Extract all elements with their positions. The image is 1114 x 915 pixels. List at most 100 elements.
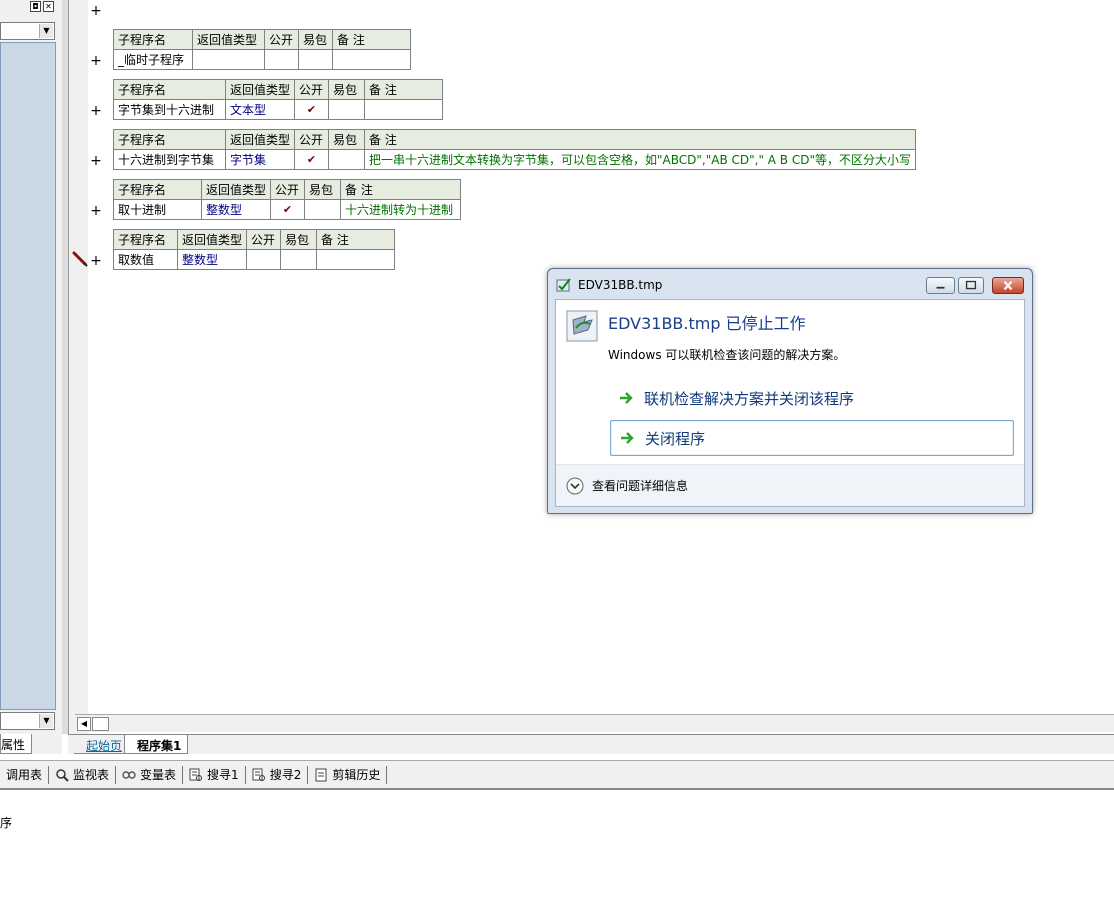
column-header: 子程序名	[113, 129, 226, 150]
toolbar-watch-table-label: 监视表	[73, 768, 110, 782]
toolbar-call-table-label: 调用表	[6, 768, 43, 782]
close-icon	[1003, 280, 1013, 291]
table-row[interactable]: 取十进制 整数型 ✔ 十六进制转为十进制	[113, 199, 462, 220]
return-type-cell[interactable]: 整数型	[200, 199, 272, 220]
name-cell[interactable]: 取十进制	[113, 199, 202, 220]
close-icon[interactable]: ✕	[43, 1, 54, 12]
name-cell[interactable]: 取数值	[113, 249, 178, 270]
toolbar-search-2[interactable]: 搜寻2	[246, 765, 309, 784]
return-type-cell[interactable]	[192, 49, 265, 70]
scroll-left-button[interactable]: ◀	[77, 717, 91, 731]
expand-icon[interactable]: +	[89, 204, 103, 218]
return-type-cell[interactable]: 字节集	[224, 149, 296, 170]
expand-icon[interactable]: +	[89, 54, 103, 68]
pencil-icon	[72, 251, 88, 267]
dialog-footer[interactable]: 查看问题详细信息	[556, 464, 1024, 506]
return-type-cell[interactable]: 整数型	[176, 249, 248, 270]
toolbar-search-1[interactable]: 搜寻1	[183, 765, 246, 784]
green-arrow-icon	[621, 432, 634, 444]
toolbar-variable-table[interactable]: 变量表	[116, 765, 184, 784]
maximize-button[interactable]	[958, 277, 984, 294]
check-icon: ✔	[306, 102, 317, 116]
dialog-titlebar[interactable]: EDV31BB.tmp	[548, 269, 1032, 299]
app-icon	[556, 278, 571, 292]
dialog-heading: EDV31BB.tmp 已停止工作	[608, 314, 806, 333]
public-cell[interactable]	[264, 49, 299, 70]
remark-cell[interactable]: 十六进制转为十进制	[340, 199, 462, 220]
expand-icon[interactable]: +	[89, 154, 103, 168]
subprogram-table[interactable]: 子程序名 返回值类型 公开 易包备 注十六进制到字节集 字节集 ✔ 把一串十六进制文本转换为…	[113, 129, 916, 170]
public-cell[interactable]	[246, 249, 282, 270]
table-header-row: 子程序名 返回值类型 公开 易包备 注	[113, 129, 916, 150]
subprogram-table[interactable]: 子程序名 返回值类型 公开 易包备 注 _临时子程序	[113, 29, 411, 70]
property-list[interactable]	[0, 42, 56, 710]
column-header: 返回值类型	[192, 29, 265, 50]
ebag-cell[interactable]	[328, 99, 366, 120]
table-header-row: 子程序名 返回值类型 公开 易包备 注	[113, 79, 444, 100]
toolbar-variable-table-label: 变量表	[140, 768, 177, 782]
remark-cell[interactable]	[316, 249, 396, 270]
column-header: 返回值类型	[176, 229, 248, 250]
subprogram-table[interactable]: 子程序名 返回值类型 公开 易包备 注取数值 整数型	[113, 229, 396, 270]
column-header: 易包	[280, 229, 318, 250]
minimize-button[interactable]	[926, 277, 955, 294]
public-cell[interactable]: ✔	[270, 199, 306, 220]
close-button[interactable]	[992, 277, 1024, 294]
horizontal-scrollbar[interactable]: ◀	[75, 714, 1114, 732]
ebag-cell[interactable]	[328, 149, 366, 170]
pin-icon[interactable]: ◘	[30, 1, 41, 12]
check-online-link[interactable]: 联机检查解决方案并关闭该程序	[610, 380, 1014, 416]
table-row[interactable]: 取数值 整数型	[113, 249, 396, 270]
tab-properties-label: 属性	[1, 738, 26, 752]
close-program-label: 关闭程序	[645, 429, 706, 448]
name-cell[interactable]: 十六进制到字节集	[113, 149, 226, 170]
chevron-down-icon	[566, 477, 584, 494]
table-row[interactable]: _临时子程序	[113, 49, 411, 70]
tab-program-set[interactable]: 程序集1	[124, 735, 189, 754]
public-cell[interactable]: ✔	[294, 99, 330, 120]
ebag-cell[interactable]	[280, 249, 318, 270]
check-online-label: 联机检查解决方案并关闭该程序	[644, 389, 855, 408]
chevron-down-icon[interactable]: ▼	[39, 24, 53, 38]
object-dropdown[interactable]: ▼	[0, 22, 55, 40]
table-row[interactable]: 字节集到十六进制 文本型 ✔	[113, 99, 444, 120]
tab-start-page-label: 起始页	[86, 739, 123, 753]
toolbar-call-table[interactable]: 调用表	[0, 765, 50, 784]
expand-icon[interactable]: +	[89, 104, 103, 118]
tab-properties[interactable]: 属性	[0, 734, 32, 754]
chevron-down-icon[interactable]: ▼	[39, 714, 53, 728]
remark-cell[interactable]: 把一串十六进制文本转换为字节集，可以包含空格，如"ABCD","AB CD","…	[364, 149, 916, 170]
expand-icon[interactable]: +	[89, 4, 103, 18]
toolbar-clip-history[interactable]: 剪辑历史	[308, 765, 388, 784]
column-header: 备 注	[364, 129, 916, 150]
bottom-dropdown[interactable]: ▼	[0, 712, 55, 730]
column-header: 公开	[246, 229, 282, 250]
table-header-row: 子程序名 返回值类型 公开 易包备 注	[113, 179, 462, 200]
toolbar-watch-table[interactable]: 监视表	[49, 765, 117, 784]
ebag-cell[interactable]	[298, 49, 333, 70]
minimize-icon	[936, 286, 945, 289]
close-program-link[interactable]: 关闭程序	[610, 420, 1014, 456]
column-header: 易包	[328, 129, 366, 150]
return-type-cell[interactable]: 文本型	[224, 99, 296, 120]
name-cell[interactable]: 字节集到十六进制	[113, 99, 226, 120]
ebag-cell[interactable]	[304, 199, 342, 220]
public-cell[interactable]: ✔	[294, 149, 330, 170]
remark-cell[interactable]	[332, 49, 411, 70]
table-header-row: 子程序名 返回值类型 公开 易包备 注	[113, 29, 411, 50]
toolbar-search-2-label: 搜寻2	[269, 768, 302, 782]
column-header: 返回值类型	[224, 129, 296, 150]
scroll-thumb[interactable]	[92, 717, 109, 731]
column-header: 备 注	[364, 79, 444, 100]
output-panel[interactable]: 序	[0, 792, 1114, 915]
subprogram-table[interactable]: 子程序名 返回值类型 公开 易包备 注字节集到十六进制 文本型 ✔	[113, 79, 444, 120]
column-header: 子程序名	[113, 79, 226, 100]
name-cell[interactable]: _临时子程序	[113, 49, 193, 70]
table-row[interactable]: 十六进制到字节集 字节集 ✔ 把一串十六进制文本转换为字节集，可以包含空格，如"ABC…	[113, 149, 916, 170]
remark-cell[interactable]	[364, 99, 444, 120]
subprogram-table[interactable]: 子程序名 返回值类型 公开 易包备 注取十进制 整数型 ✔ 十六进制转为十进制	[113, 179, 462, 220]
clip-history-icon	[315, 768, 327, 781]
expand-icon[interactable]: +	[89, 254, 103, 268]
column-header: 公开	[270, 179, 306, 200]
tab-start-page[interactable]: 起始页	[74, 735, 129, 754]
